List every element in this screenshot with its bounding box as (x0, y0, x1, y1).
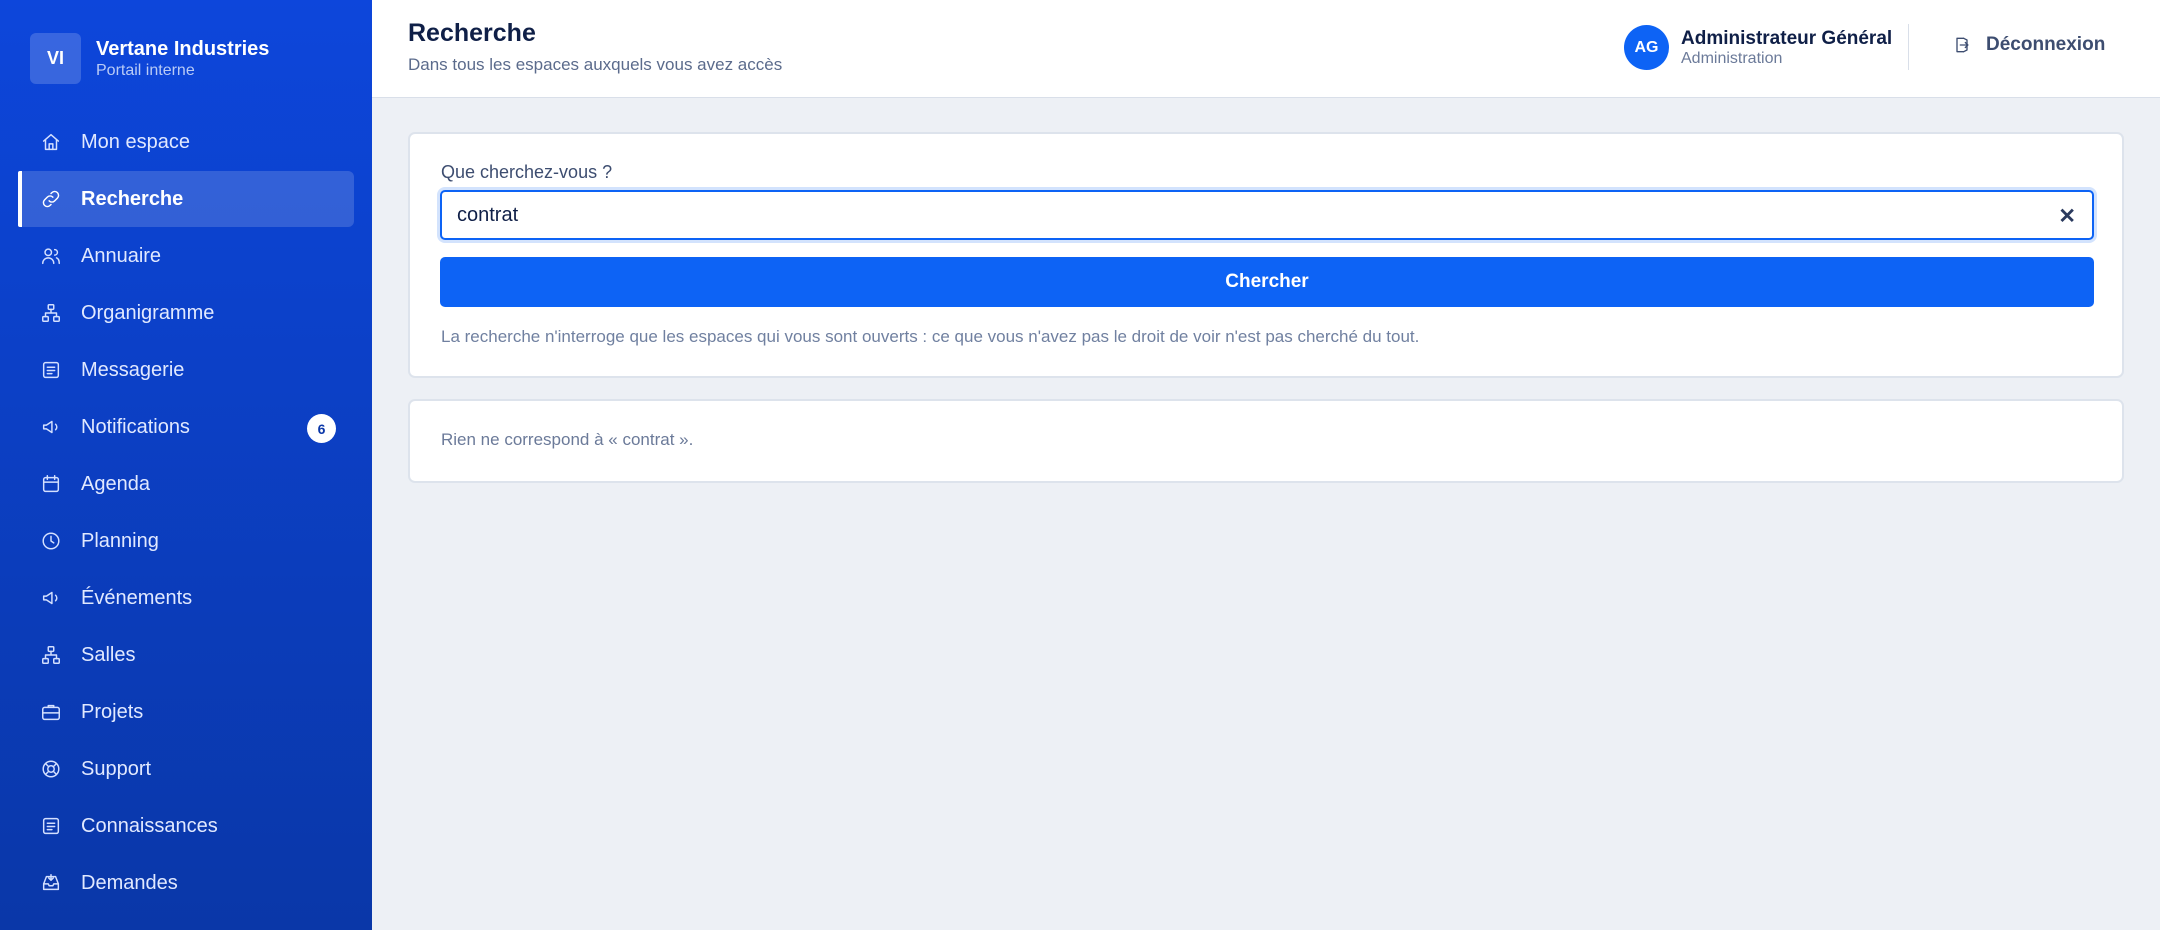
brand[interactable]: VI Vertane Industries Portail interne (30, 33, 269, 84)
sidebar-item-label: Salles (81, 643, 136, 666)
sidebar-item-label: Support (81, 757, 152, 780)
clear-search-icon[interactable]: ✕ (2058, 204, 2076, 229)
megaphone-icon (40, 416, 62, 438)
search-input[interactable] (442, 192, 2022, 238)
users-icon (40, 245, 62, 267)
user-profile[interactable]: AG Administrateur Général Administration (1624, 25, 1892, 70)
sidebar-item-label: Recherche (81, 187, 184, 210)
sidebar-item-planning[interactable]: Planning (18, 513, 354, 569)
search-button[interactable]: Chercher (440, 257, 2094, 307)
empty-results-message: Rien ne correspond à « contrat ». (441, 430, 694, 449)
sidebar-item-demandes[interactable]: Demandes (18, 855, 354, 911)
sidebar-item-label: Événements (81, 586, 193, 609)
user-name: Administrateur Général (1681, 27, 1893, 49)
sidebar-item-projets[interactable]: Projets (18, 684, 354, 740)
search-field: ✕ (440, 190, 2094, 240)
search-hint: La recherche n'interroge que les espaces… (441, 327, 1420, 346)
sidebar-item-label: Planning (81, 529, 159, 552)
sidebar-item-annuaire[interactable]: Annuaire (18, 228, 354, 284)
brand-logo: VI (30, 33, 81, 84)
avatar: AG (1624, 25, 1669, 70)
sidebar-item-support[interactable]: Support (18, 741, 354, 797)
briefcase-icon (40, 701, 62, 723)
org-chart-icon (40, 644, 62, 666)
header-divider (1908, 24, 1909, 70)
link-icon (40, 188, 62, 210)
sidebar-item-label: Demandes (81, 871, 178, 894)
sidebar-item-mon-espace[interactable]: Mon espace (18, 114, 354, 170)
sidebar-item-label: Projets (81, 700, 144, 723)
sidebar-item-label: Connaissances (81, 814, 218, 837)
clock-icon (40, 530, 62, 552)
search-card: Que cherchez-vous ? ✕ Chercher La recher… (408, 132, 2124, 378)
brand-name: Vertane Industries (96, 37, 270, 60)
notification-count-badge: 6 (307, 414, 336, 443)
sidebar-item-label: Annuaire (81, 244, 162, 267)
document-icon (40, 815, 62, 837)
sidebar-item-label: Mon espace (81, 130, 190, 153)
org-chart-icon (40, 302, 62, 324)
sidebar: VI Vertane Industries Portail interne Mo… (0, 0, 372, 930)
results-card: Rien ne correspond à « contrat ». (408, 399, 2124, 483)
brand-subtitle: Portail interne (96, 61, 195, 79)
megaphone-icon (40, 587, 62, 609)
home-icon (40, 131, 62, 153)
search-label: Que cherchez-vous ? (441, 162, 613, 182)
sidebar-item-organigramme[interactable]: Organigramme (18, 285, 354, 341)
sidebar-item-recherche[interactable]: Recherche (18, 171, 354, 227)
sidebar-item-connaissances[interactable]: Connaissances (18, 798, 354, 854)
calendar-icon (40, 473, 62, 495)
user-role: Administration (1681, 49, 1783, 67)
sidebar-item-label: Messagerie (81, 358, 185, 381)
logout-button[interactable]: Déconnexion (1952, 34, 2105, 56)
header: Recherche Dans tous les espaces auxquels… (372, 0, 2160, 98)
lifebuoy-icon (40, 758, 62, 780)
sidebar-item-notifications[interactable]: Notifications 6 (18, 399, 354, 455)
sidebar-item-agenda[interactable]: Agenda (18, 456, 354, 512)
logout-label: Déconnexion (1986, 34, 2106, 55)
inbox-icon (40, 872, 62, 894)
sidebar-item-label: Notifications (81, 415, 190, 438)
sidebar-item-salles[interactable]: Salles (18, 627, 354, 683)
logout-icon (1956, 37, 1969, 53)
sidebar-item-evenements[interactable]: Événements (18, 570, 354, 626)
sidebar-item-label: Agenda (81, 472, 150, 495)
sidebar-nav: Mon espace Recherche Annuaire Organigramme M… (18, 114, 354, 912)
sidebar-item-messagerie[interactable]: Messagerie (18, 342, 354, 398)
sidebar-item-label: Organigramme (81, 301, 215, 324)
page-title: Recherche (408, 19, 536, 47)
document-icon (40, 359, 62, 381)
page-subtitle: Dans tous les espaces auxquels vous avez… (408, 55, 783, 74)
